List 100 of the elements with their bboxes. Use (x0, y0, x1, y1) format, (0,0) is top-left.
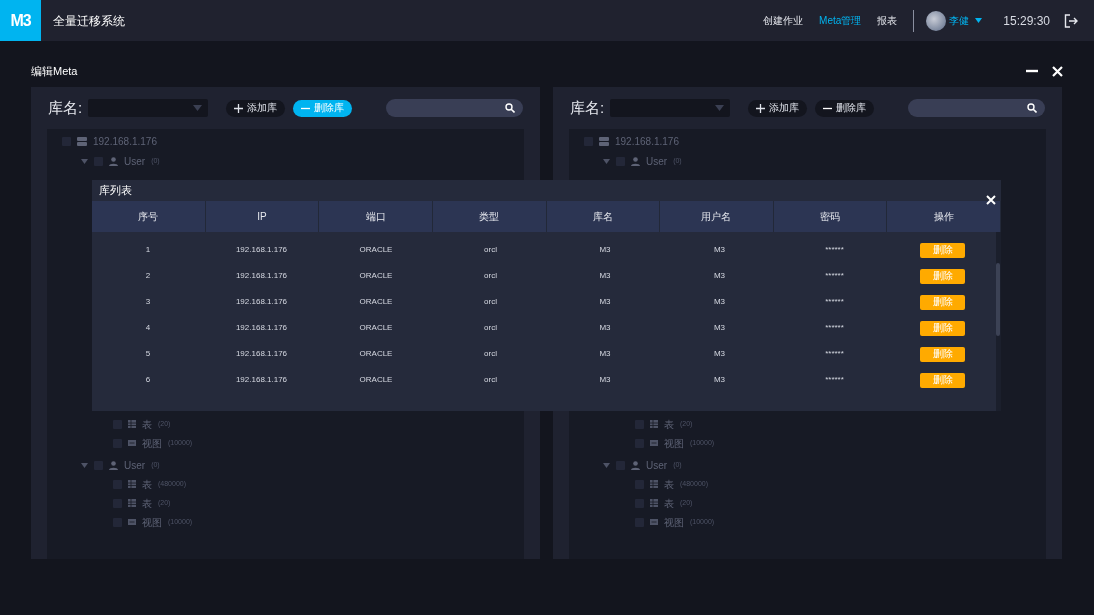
nav-link[interactable]: Meta管理 (819, 13, 862, 28)
view-icon (128, 439, 136, 448)
table-cell-text: 4 (144, 322, 152, 334)
delete-button[interactable]: 删除 (920, 346, 965, 362)
tree-label[interactable]: 192.168.1.176 (93, 133, 157, 149)
column-header: 端口 (319, 201, 433, 232)
table-cell-text: ORACLE (358, 244, 394, 256)
dropdown-caret-icon[interactable] (193, 105, 203, 111)
database-select[interactable] (88, 99, 209, 117)
tree-label[interactable]: 表 (664, 477, 674, 492)
table-cell-text: 3 (144, 296, 152, 308)
plus-icon (756, 103, 766, 113)
table-icon (650, 499, 658, 508)
table-icon (128, 499, 136, 508)
delete-button[interactable]: 删除 (920, 242, 965, 258)
table-cell-text: M3 (598, 270, 612, 282)
table-cell-text: ****** (824, 270, 845, 282)
dialog-title: 库列表 (99, 183, 132, 199)
tree-label[interactable]: 表 (664, 496, 674, 511)
table-cell-text: M3 (598, 374, 612, 386)
view-icon (128, 518, 136, 527)
table-cell-text: 6 (144, 374, 152, 386)
close-icon[interactable] (986, 195, 996, 205)
table-icon (128, 480, 136, 489)
column-header: 类型 (432, 201, 547, 232)
app-title: 全量迁移系统 (53, 12, 125, 30)
remove-database-button[interactable]: 删除库 (815, 99, 875, 117)
db-label: 库名: (570, 97, 605, 118)
table-cell-text: ****** (824, 296, 845, 308)
delete-button[interactable]: 删除 (920, 320, 965, 336)
table-cell-text: orcl (483, 348, 498, 360)
search-field[interactable] (908, 99, 1045, 117)
column-header: 库名 (546, 201, 661, 232)
tree-label[interactable]: 视图 (664, 436, 684, 451)
table-cell-text: 2 (144, 270, 152, 282)
tree-label[interactable]: 视图 (142, 515, 162, 530)
tree-label[interactable]: 表 (664, 417, 674, 432)
dropdown-caret-icon[interactable] (715, 105, 725, 111)
nav-link[interactable]: 创建作业 (763, 13, 804, 28)
tree-label[interactable]: 视图 (142, 436, 162, 451)
close-icon[interactable] (1052, 65, 1063, 77)
user-icon (631, 460, 640, 470)
table-cell-text: M3 (712, 244, 727, 256)
column-header: 操作 (887, 201, 1001, 232)
search-icon[interactable] (1027, 103, 1037, 113)
delete-button[interactable]: 删除 (920, 372, 965, 388)
delete-button[interactable]: 删除 (920, 294, 965, 310)
tree-label[interactable]: User (646, 153, 668, 169)
add-database-button[interactable]: 添加库 (748, 99, 808, 117)
logout-icon[interactable] (1064, 13, 1078, 28)
table-cell-text: M3 (712, 296, 727, 308)
table-cell-text: 192.168.1.176 (234, 322, 289, 334)
table-cell-text: ORACLE (358, 374, 394, 386)
table-cell-text: M3 (712, 322, 727, 334)
table-cell-text: 192.168.1.176 (234, 296, 289, 308)
app-logo: M3 (0, 0, 41, 41)
caret-icon[interactable] (975, 18, 983, 23)
column-header: 密码 (773, 201, 888, 232)
table-cell-text: orcl (483, 244, 498, 256)
table-cell-text: orcl (483, 322, 498, 334)
search-field[interactable] (386, 99, 523, 117)
tree-label[interactable]: 表 (142, 496, 152, 511)
table-cell-text: M3 (712, 348, 727, 360)
remove-database-button[interactable]: 删除库 (293, 99, 353, 117)
tree-label[interactable]: 表 (142, 477, 152, 492)
column-header: 序号 (92, 201, 206, 232)
tree-label[interactable]: 视图 (664, 515, 684, 530)
tree-label[interactable]: User (124, 153, 146, 169)
tree-label[interactable]: User (646, 457, 668, 473)
tree-label[interactable]: 192.168.1.176 (615, 133, 679, 149)
table-icon (128, 420, 136, 429)
view-icon (650, 518, 658, 527)
nav-link[interactable]: 报表 (877, 13, 898, 28)
table-cell-text: 1 (144, 244, 152, 256)
table-cell-text: orcl (483, 296, 498, 308)
page-title: 编辑Meta (31, 63, 78, 79)
avatar[interactable] (926, 10, 947, 31)
table-cell-text: M3 (598, 322, 612, 334)
table-cell-text: ****** (824, 374, 845, 386)
table-icon (650, 480, 658, 489)
table-cell-text: 192.168.1.176 (234, 270, 289, 282)
user-icon (109, 156, 118, 166)
database-select[interactable] (610, 99, 731, 117)
user-icon (109, 460, 118, 470)
db-label: 库名: (48, 97, 83, 118)
database-icon (599, 136, 609, 146)
table-cell-text: ORACLE (358, 296, 394, 308)
user-name[interactable]: 李健 (949, 13, 970, 28)
search-icon[interactable] (505, 103, 515, 113)
delete-button[interactable]: 删除 (920, 268, 965, 284)
table-cell-text: M3 (598, 348, 612, 360)
table-cell-text: ORACLE (358, 322, 394, 334)
tree-label[interactable]: 表 (142, 417, 152, 432)
view-icon (650, 439, 658, 448)
column-header: IP (205, 201, 320, 232)
column-header: 用户名 (660, 201, 774, 232)
table-cell-text: 192.168.1.176 (234, 374, 289, 386)
add-database-button[interactable]: 添加库 (226, 99, 286, 117)
tree-label[interactable]: User (124, 457, 146, 473)
clock: 15:29:30 (1003, 12, 1050, 30)
